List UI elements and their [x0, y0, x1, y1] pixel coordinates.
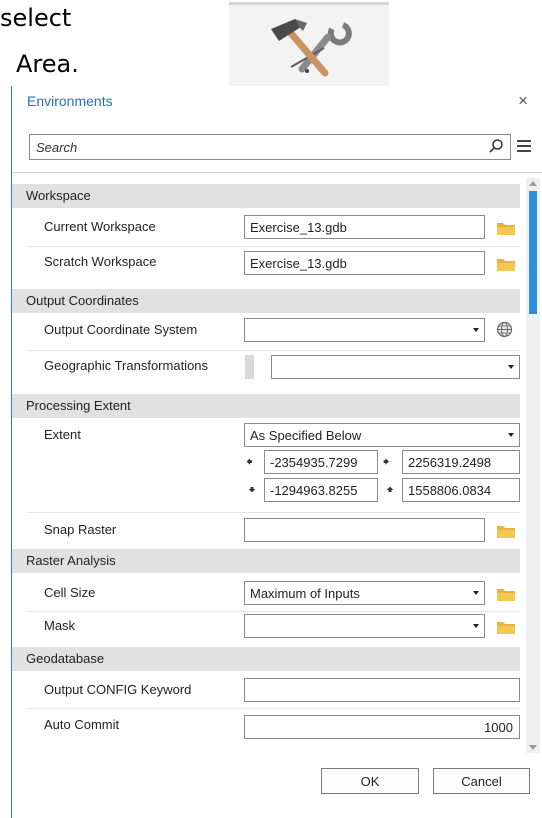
row-divider [26, 611, 520, 612]
chevron-down-icon [508, 433, 514, 437]
section-geodatabase[interactable]: Geodatabase [12, 647, 520, 671]
row-divider [26, 708, 520, 709]
background-text-line1: select [0, 4, 72, 32]
globe-icon[interactable] [496, 321, 513, 338]
geographic-transformations-label: Geographic Transformations [44, 358, 209, 373]
current-workspace-folder-icon[interactable] [497, 221, 515, 235]
mask-label: Mask [44, 618, 76, 633]
mask-dropdown[interactable] [244, 614, 485, 638]
row-divider [26, 246, 520, 247]
environments-dialog: Environments × Workspace Current Workspa… [11, 86, 542, 818]
arrow-up-icon: 🠹 [386, 482, 395, 497]
extent-top-input[interactable]: 1558806.0834 [402, 478, 520, 502]
section-processing-extent[interactable]: Processing Extent [12, 394, 520, 418]
extent-bottom-input[interactable]: -1294963.8255 [264, 478, 378, 502]
cancel-button[interactable]: Cancel [433, 768, 530, 794]
row-divider [26, 512, 520, 513]
extent-label: Extent [44, 427, 81, 442]
header-divider [12, 172, 542, 173]
auto-commit-input[interactable]: 1000 [244, 715, 520, 739]
chevron-down-icon [473, 591, 479, 595]
cell-size-value: Maximum of Inputs [250, 586, 360, 601]
current-workspace-label: Current Workspace [44, 219, 156, 234]
arrow-down-icon: 🠻 [248, 482, 257, 497]
section-raster-analysis[interactable]: Raster Analysis [12, 549, 520, 573]
scrollbar-thumb[interactable] [529, 191, 537, 314]
row-divider [26, 350, 520, 351]
output-coordinate-system-dropdown[interactable] [244, 318, 485, 342]
arrow-right-icon: 🠺 [383, 454, 390, 469]
background-text-line2: Area. [16, 50, 79, 78]
scratch-workspace-folder-icon[interactable] [497, 257, 515, 271]
menu-icon[interactable] [516, 138, 532, 154]
output-config-keyword-input[interactable] [244, 678, 520, 702]
scroll-up-icon[interactable] [529, 181, 537, 186]
scroll-down-icon[interactable] [529, 745, 537, 750]
extent-dropdown[interactable]: As Specified Below [244, 423, 520, 447]
search-box [29, 134, 511, 160]
dialog-title: Environments [27, 93, 113, 109]
hammer-wrench-icon [271, 19, 352, 77]
extent-left-input[interactable]: -2354935.7299 [264, 450, 378, 474]
extent-right-input[interactable]: 2256319.2498 [402, 450, 520, 474]
auto-commit-label: Auto Commit [44, 717, 120, 732]
snap-raster-folder-icon[interactable] [497, 524, 515, 538]
search-icon[interactable] [488, 138, 504, 154]
section-output-coordinates[interactable]: Output Coordinates [12, 289, 520, 313]
chevron-down-icon [473, 624, 479, 628]
extent-value: As Specified Below [250, 428, 362, 443]
environments-list: Workspace Current Workspace Exercise_13.… [12, 182, 526, 751]
mask-folder-icon[interactable] [497, 620, 515, 634]
geographic-transformations-handle[interactable] [245, 355, 254, 379]
search-input[interactable] [34, 139, 478, 156]
close-button[interactable]: × [518, 91, 528, 111]
vertical-scrollbar[interactable] [526, 178, 540, 753]
scratch-workspace-input[interactable]: Exercise_13.gdb [244, 251, 485, 275]
current-workspace-input[interactable]: Exercise_13.gdb [244, 215, 485, 239]
snap-raster-input[interactable] [244, 518, 485, 542]
geographic-transformations-dropdown[interactable] [271, 355, 520, 379]
tool-tile[interactable] [229, 2, 389, 89]
section-workspace[interactable]: Workspace [12, 184, 520, 208]
ok-button[interactable]: OK [321, 768, 419, 794]
arrow-left-icon: 🠸 [246, 454, 253, 469]
snap-raster-label: Snap Raster [44, 522, 117, 537]
chevron-down-icon [508, 365, 514, 369]
output-coordinate-system-label: Output Coordinate System [44, 322, 198, 337]
cell-size-label: Cell Size [44, 585, 96, 600]
cell-size-dropdown[interactable]: Maximum of Inputs [244, 581, 485, 605]
scratch-workspace-label: Scratch Workspace [44, 254, 157, 269]
output-config-keyword-label: Output CONFIG Keyword [44, 682, 192, 697]
cell-size-folder-icon[interactable] [497, 587, 515, 601]
chevron-down-icon [473, 328, 479, 332]
